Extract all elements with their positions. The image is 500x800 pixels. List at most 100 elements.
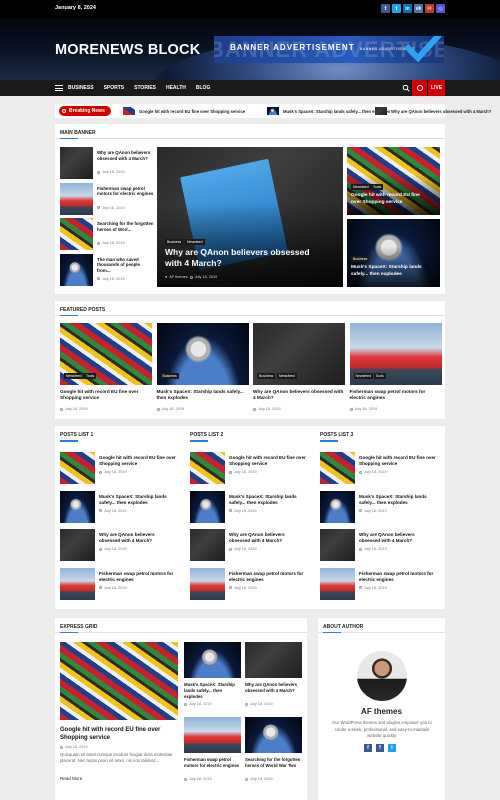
post-title[interactable]: Musk's SpaceX: Starship lands safely... … [229, 494, 307, 506]
post-thumbnail[interactable] [60, 452, 95, 484]
featured-post-image[interactable]: Business Newsfeed [253, 323, 345, 385]
category-badge[interactable]: Tools [84, 373, 97, 379]
featured-post-image[interactable]: Business [156, 323, 249, 385]
post-title[interactable]: Why are QAnon believers obsessed with 4 … [253, 389, 345, 402]
post-title[interactable]: Why are QAnon believers obsessed with 4 … [165, 247, 315, 270]
live-button[interactable]: LIVE [428, 80, 445, 96]
post-title[interactable]: Musk's SpaceX: Starship lands safely... … [99, 494, 177, 506]
clock-icon [97, 170, 100, 174]
site-title[interactable]: MORENEWS BLOCK [55, 42, 200, 58]
category-badge[interactable]: Newsfeed [277, 373, 297, 379]
post-thumbnail[interactable] [60, 567, 95, 600]
category-badge[interactable]: Business [165, 239, 184, 245]
side-post[interactable]: Business Musk's SpaceX: Starship lands s… [347, 219, 440, 287]
clock-icon [156, 407, 160, 411]
linkedin-icon[interactable]: in [403, 4, 412, 13]
post-thumbnail[interactable] [60, 529, 95, 561]
post-title[interactable]: Why are QAnon believers obsessed with 4 … [229, 532, 307, 544]
featured-post-image[interactable]: Newsfeed Tools [349, 323, 442, 385]
post-thumbnail[interactable] [320, 567, 355, 600]
post-thumbnail[interactable] [190, 529, 225, 561]
post-meta: July 18, 2019 [99, 509, 127, 513]
post-thumbnail[interactable] [60, 218, 93, 250]
post-thumbnail[interactable] [60, 490, 95, 523]
post-thumbnail[interactable] [320, 529, 355, 561]
facebook-icon[interactable]: f [364, 744, 372, 752]
post-title[interactable]: Searching for the forgotten heroes of Wo… [245, 757, 302, 769]
nav-item-health[interactable]: HEALTH [166, 85, 186, 91]
nav-item-sports[interactable]: SPORTS [104, 85, 125, 91]
post-title[interactable]: The man who saved thousands of people fr… [97, 257, 154, 275]
featured-post-image[interactable]: Newsfeed Tools [60, 323, 152, 385]
post-title[interactable]: Google hit with record EU fine over Shop… [60, 726, 178, 742]
post-title[interactable]: Musk's SpaceX: Starship lands safely... … [351, 265, 433, 278]
post-title[interactable]: Why are QAnon believers obsessed with 4 … [97, 150, 154, 162]
post-title[interactable]: Musk's SpaceX: Starship lands safely... … [184, 682, 241, 699]
category-badge[interactable]: Newsfeed [353, 373, 374, 379]
post-title[interactable]: Fisherman swap petrol motors for electri… [229, 571, 307, 583]
post-title[interactable]: Musk's SpaceX: Starship lands safely... … [359, 494, 437, 506]
read-more-link[interactable]: Read More [60, 776, 82, 781]
dark-mode-toggle[interactable] [412, 80, 427, 96]
post-title[interactable]: Why are QAnon believers obsessed with 4 … [359, 532, 437, 544]
facebook-icon[interactable]: f [381, 4, 390, 13]
nav-menu: BUSINESS SPORTS STORIES HEALTH BLOG [68, 85, 210, 91]
banner-advertisement[interactable]: BANNER ADVERTISEMENT BANNER ADVERTISEMEN… [214, 36, 444, 63]
post-title[interactable]: Fisherman swap petrol motors for electri… [359, 571, 437, 583]
category-badge[interactable]: Tools [371, 184, 384, 190]
category-badge[interactable]: Business [160, 373, 179, 379]
nav-item-business[interactable]: BUSINESS [68, 85, 94, 91]
post-thumbnail[interactable] [190, 490, 225, 523]
twitter-icon[interactable]: t [388, 744, 396, 752]
search-icon[interactable] [401, 83, 411, 93]
ticker-item[interactable]: Musk's SpaceX: Starship lands safely... … [267, 107, 390, 115]
clock-icon [253, 407, 256, 411]
nav-item-blog[interactable]: BLOG [196, 85, 210, 91]
post-title[interactable]: Google hit with record EU fine over Shop… [229, 455, 307, 467]
post-title[interactable]: Musk's SpaceX: Starship lands safely... … [157, 389, 249, 402]
post-title[interactable]: Google hit with record EU fine over Shop… [351, 193, 431, 206]
facebook-icon[interactable]: f [376, 744, 384, 752]
post-title[interactable]: Google hit with record EU fine over Shop… [60, 389, 152, 402]
side-post[interactable]: Newsfeed Tools Google hit with record EU… [347, 147, 440, 215]
post-thumbnail[interactable] [184, 642, 241, 678]
post-thumbnail[interactable] [190, 452, 225, 484]
post-thumbnail[interactable] [245, 717, 302, 753]
category-badge[interactable]: Business [257, 373, 276, 379]
nav-item-stories[interactable]: STORIES [134, 85, 156, 91]
post-title[interactable]: Google hit with record EU fine over Shop… [99, 455, 177, 467]
post-thumbnail[interactable] [60, 147, 93, 179]
vk-icon[interactable]: vk [414, 4, 423, 13]
ticker-thumbnail [123, 107, 135, 115]
category-badge[interactable]: Tools [373, 373, 386, 379]
post-title[interactable]: Why are QAnon believers obsessed with 4 … [245, 682, 302, 694]
post-title[interactable]: Why are QAnon believers obsessed with 4 … [99, 532, 177, 544]
instagram-icon[interactable]: ◎ [436, 4, 445, 13]
post-thumbnail[interactable] [190, 567, 225, 600]
post-thumbnail[interactable] [60, 182, 93, 215]
post-title[interactable]: Fisherman swap petrol motors for electri… [97, 186, 154, 198]
ticker-item[interactable]: Why are QAnon believers obsessed with 4 … [375, 107, 491, 115]
post-title[interactable]: Searching for the forgotten heroes of Wo… [97, 221, 154, 233]
main-feature-post[interactable]: Business Newsfeed Why are QAnon believer… [157, 147, 343, 287]
post-title[interactable]: Fisherman swap petrol motors for electri… [99, 571, 177, 583]
post-thumbnail[interactable] [320, 490, 355, 523]
post-thumbnail[interactable] [245, 642, 302, 678]
main-banner-section: MAIN BANNER Why are QAnon believers obse… [55, 124, 445, 294]
ticker-item[interactable]: Google hit with record EU fine over Shop… [123, 107, 245, 115]
post-thumbnail[interactable] [60, 253, 93, 286]
mail-icon[interactable]: ✉ [425, 4, 434, 13]
category-badge[interactable]: Business [351, 256, 370, 262]
category-badge[interactable]: Newsfeed [185, 239, 205, 245]
post-meta: July 18, 2019 [60, 407, 88, 411]
post-title[interactable]: Fisherman swap petrol motors for electri… [350, 389, 442, 402]
express-main-image[interactable] [60, 642, 178, 720]
post-title[interactable]: Google hit with record EU fine over Shop… [359, 455, 437, 467]
post-thumbnail[interactable] [184, 717, 241, 753]
category-badge[interactable]: Newsfeed [351, 184, 371, 190]
twitter-icon[interactable]: t [392, 4, 401, 13]
category-badge[interactable]: Newsfeed [64, 373, 84, 379]
post-thumbnail[interactable] [320, 452, 355, 484]
post-title[interactable]: Fisherman swap petrol motors for electri… [184, 757, 241, 769]
hamburger-menu-icon[interactable] [55, 85, 63, 91]
